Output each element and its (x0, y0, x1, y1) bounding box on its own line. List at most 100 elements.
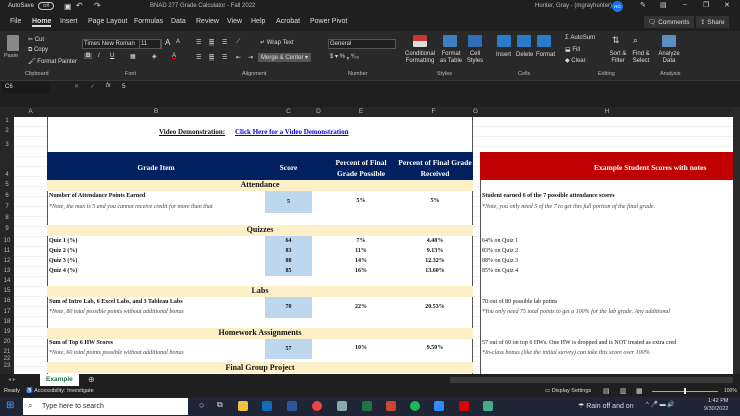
paste-icon[interactable] (7, 35, 19, 51)
align-right-icon[interactable]: ☰ (222, 54, 227, 61)
active-app-icon[interactable] (483, 401, 493, 411)
name-box[interactable]: C6 (2, 83, 50, 93)
row-header[interactable]: 4 (0, 172, 14, 178)
underline-button[interactable]: U (110, 53, 114, 59)
display-settings-button[interactable]: ▭ Display Settings (545, 388, 591, 394)
excel-icon[interactable] (362, 401, 372, 411)
page-layout-view-icon[interactable]: ▥ (620, 387, 627, 395)
merge-center-button[interactable]: Merge & Center ▾ (258, 53, 312, 62)
row-header[interactable]: 23 (0, 363, 14, 369)
tab-page-layout[interactable]: Page Layout (88, 18, 127, 25)
sort-filter-icon[interactable]: ⇅ (612, 35, 620, 46)
tab-file[interactable]: File (10, 18, 21, 25)
row-header[interactable]: 5 (0, 182, 14, 188)
chrome-icon[interactable] (312, 401, 322, 411)
tab-view[interactable]: View (227, 18, 242, 25)
tab-data[interactable]: Data (171, 18, 186, 25)
spotify-icon[interactable] (410, 401, 420, 411)
format-painter-button[interactable]: 🖌 Format Painter (28, 58, 77, 65)
sheet-nav-icon[interactable]: ◂ ▸ (8, 376, 16, 383)
row-header[interactable]: 17 (0, 309, 14, 315)
column-header-d[interactable]: D (312, 108, 325, 115)
font-color-icon[interactable]: A (172, 53, 176, 59)
increase-indent-icon[interactable]: ⇥ (248, 54, 253, 61)
add-sheet-icon[interactable]: ⊕ (88, 375, 95, 384)
number-format-select[interactable]: General (328, 39, 396, 49)
tab-home[interactable]: Home (32, 18, 52, 27)
column-header-b[interactable]: B (47, 108, 265, 115)
app-icon[interactable] (386, 401, 396, 411)
quiz-1-score-input[interactable]: 64 (265, 238, 312, 244)
tab-insert[interactable]: Insert (60, 18, 78, 25)
row-header[interactable]: 7 (0, 204, 14, 210)
row-header[interactable]: 3 (0, 142, 14, 148)
formula-input[interactable]: 5 (122, 83, 727, 93)
row-header[interactable]: 21 (0, 349, 14, 355)
quiz-4-score-input[interactable]: 85 (265, 268, 312, 274)
format-cells-icon[interactable] (537, 35, 551, 47)
labs-score-input[interactable]: 70 (265, 297, 312, 318)
row-header[interactable]: 15 (0, 288, 14, 294)
tab-formulas[interactable]: Formulas (134, 18, 163, 25)
row-header[interactable]: 1 (0, 118, 14, 124)
quiz-3-score-input[interactable]: 88 (265, 258, 312, 264)
copy-button[interactable]: ⧉ Copy (28, 47, 48, 54)
paste-button[interactable]: Paste (4, 53, 18, 59)
row-header[interactable]: 13 (0, 268, 14, 274)
cortana-icon[interactable]: ○ (199, 400, 204, 410)
autosum-button[interactable]: Σ AutoSum (565, 35, 595, 41)
taskbar-search-box[interactable]: ⌕ Type here to search (23, 398, 188, 415)
outlook-icon[interactable] (262, 401, 272, 411)
align-bottom-icon[interactable]: ☰ (222, 39, 227, 46)
cell-styles-button[interactable]: Cell Styles (466, 51, 484, 65)
restore-icon[interactable]: ❐ (703, 1, 709, 9)
sheet-tab-example[interactable]: Example (40, 374, 79, 386)
analyze-data-icon[interactable] (662, 35, 676, 47)
align-middle-icon[interactable]: ☰ (209, 39, 215, 46)
decrease-indent-icon[interactable]: ⇤ (236, 54, 241, 61)
cut-button[interactable]: ✂ Cut (28, 36, 44, 43)
system-tray-icons[interactable]: ^ 🎤 ▬ 🔊 (646, 401, 675, 408)
bold-button[interactable]: B (84, 53, 93, 59)
redo-icon[interactable]: ↷ (94, 1, 101, 10)
find-select-icon[interactable]: ⌕ (633, 35, 638, 46)
row-header[interactable]: 11 (0, 248, 14, 254)
undo-icon[interactable]: ↶ (76, 1, 83, 10)
format-cells-button[interactable]: Format (536, 52, 555, 58)
vertical-scrollbar[interactable] (733, 107, 740, 374)
pen-icon[interactable]: ✎ (640, 1, 646, 9)
file-explorer-icon[interactable] (238, 401, 248, 411)
increase-font-icon[interactable]: A (165, 38, 170, 47)
normal-view-icon[interactable]: ▤ (603, 387, 610, 395)
page-break-view-icon[interactable]: ▦ (636, 387, 643, 395)
row-header[interactable]: 9 (0, 226, 14, 232)
quiz-2-score-input[interactable]: 83 (265, 248, 312, 254)
row-header[interactable]: 2 (0, 128, 14, 134)
enter-icon[interactable]: ✓ (90, 83, 95, 90)
orientation-icon[interactable]: ⟋ (236, 39, 240, 46)
fill-color-icon[interactable]: ◈ (152, 53, 157, 60)
calculator-icon[interactable] (337, 401, 347, 411)
horizontal-scrollbar[interactable] (450, 377, 733, 383)
analyze-data-button[interactable]: Analyze Data (657, 51, 681, 65)
conditional-formatting-button[interactable]: Conditional Formatting (402, 51, 438, 65)
windows-start-icon[interactable]: ⊞ (6, 400, 14, 411)
insert-cells-icon[interactable] (497, 35, 511, 47)
column-header-a[interactable]: A (14, 108, 47, 115)
fx-icon[interactable]: fx (106, 83, 111, 89)
column-header-f[interactable]: F (397, 108, 470, 115)
clock-date[interactable]: 9/30/2022 (704, 406, 728, 412)
row-header[interactable]: 20 (0, 339, 14, 345)
row-header[interactable]: 22 (0, 356, 14, 362)
align-top-icon[interactable]: ☰ (196, 39, 201, 46)
column-header-h[interactable]: H (481, 108, 733, 115)
task-view-icon[interactable]: ⧉ (217, 400, 223, 410)
tab-acrobat[interactable]: Acrobat (276, 18, 300, 25)
delete-cells-icon[interactable] (517, 35, 531, 47)
cell-styles-icon[interactable] (468, 35, 482, 47)
acrobat-icon[interactable] (459, 401, 469, 411)
homework-score-input[interactable]: 57 (265, 339, 312, 359)
font-size-select[interactable]: 11 (139, 39, 161, 49)
number-format-icons[interactable]: $ ▾ % ❟ ⁰⁄₀₀ (330, 53, 359, 61)
tab-review[interactable]: Review (196, 18, 219, 25)
